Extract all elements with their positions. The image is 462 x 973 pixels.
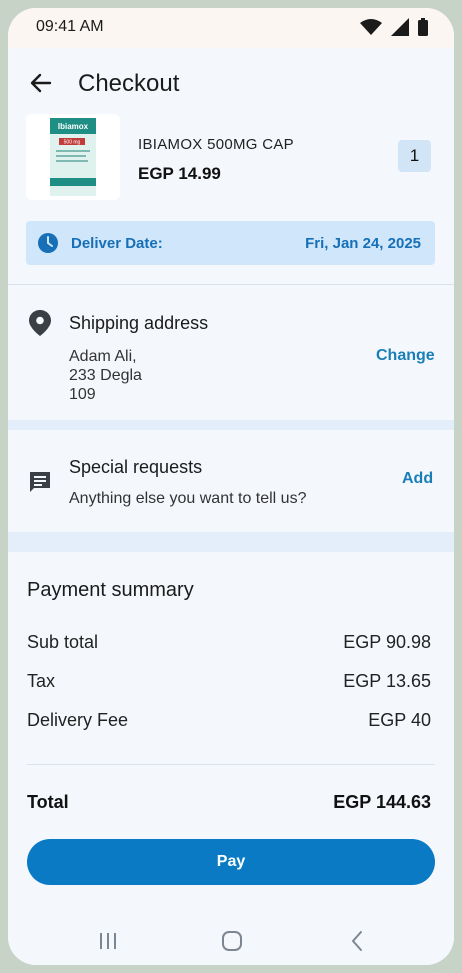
svg-text:Ibiamox: Ibiamox: [58, 122, 89, 131]
delivery-value: Fri, Jan 24, 2025: [305, 235, 421, 252]
divider: [8, 284, 454, 285]
location-pin-icon: [29, 310, 51, 336]
signal-icon: [391, 18, 409, 36]
battery-icon: [418, 18, 428, 36]
special-requests-title: Special requests: [69, 457, 203, 477]
address-line: 109: [69, 386, 96, 403]
system-nav-bar: [8, 913, 454, 963]
svg-text:500 mg: 500 mg: [64, 140, 81, 146]
address-line: Adam Ali,: [69, 348, 137, 365]
product-image: Ibiamox 500 mg: [26, 114, 120, 200]
add-request-button[interactable]: Add: [402, 470, 433, 488]
cart-item: Ibiamox 500 mg IBIAMOX 500MG CAP EGP 14.…: [8, 112, 454, 212]
total-row: Total EGP 144.63: [27, 792, 431, 813]
summary-row: Tax EGP 13.65: [27, 671, 431, 692]
message-icon: [30, 472, 50, 492]
summary-label: Delivery Fee: [27, 710, 129, 730]
total-label: Total: [27, 792, 69, 812]
screen: 09:41 AM Checkout Ibiamox 500 mg IBIAMOX…: [8, 8, 454, 965]
nav-back-icon[interactable]: [344, 927, 372, 955]
summary-label: Sub total: [27, 632, 99, 652]
section-separator: [8, 532, 454, 552]
recent-apps-icon[interactable]: [94, 927, 122, 955]
summary-label: Tax: [27, 671, 56, 691]
summary-value: EGP 13.65: [343, 671, 431, 691]
pay-button[interactable]: Pay: [27, 839, 435, 885]
status-icons: [360, 18, 428, 36]
summary-row: Sub total EGP 90.98: [27, 632, 431, 653]
product-price: EGP 14.99: [138, 164, 221, 183]
summary-row: Delivery Fee EGP 40: [27, 710, 431, 731]
delivery-label: Deliver Date:: [71, 235, 163, 252]
change-address-button[interactable]: Change: [376, 347, 435, 365]
device-frame: 09:41 AM Checkout Ibiamox 500 mg IBIAMOX…: [0, 0, 462, 973]
product-name: IBIAMOX 500MG CAP: [138, 136, 294, 153]
wifi-icon: [360, 19, 382, 35]
page-title: Checkout: [78, 70, 180, 97]
summary-value: EGP 90.98: [343, 632, 431, 652]
section-separator: [8, 420, 454, 430]
payment-summary-title: Payment summary: [27, 579, 194, 601]
total-value: EGP 144.63: [333, 792, 431, 812]
status-time: 09:41 AM: [36, 18, 104, 35]
shipping-address: Adam Ali, 233 Degla 109: [69, 347, 142, 404]
address-line: 233 Degla: [69, 367, 142, 384]
arrow-left-icon[interactable]: [28, 70, 54, 96]
shipping-title: Shipping address: [69, 313, 209, 333]
divider: [27, 764, 435, 765]
clock-icon: [38, 233, 58, 253]
app-header: Checkout: [8, 48, 454, 112]
summary-value: EGP 40: [368, 710, 431, 730]
quantity-badge[interactable]: 1: [398, 140, 431, 172]
status-bar: 09:41 AM: [8, 8, 454, 48]
home-icon[interactable]: [218, 927, 246, 955]
delivery-date-banner: Deliver Date: Fri, Jan 24, 2025: [26, 221, 435, 265]
special-requests-subtitle: Anything else you want to tell us?: [69, 490, 307, 507]
